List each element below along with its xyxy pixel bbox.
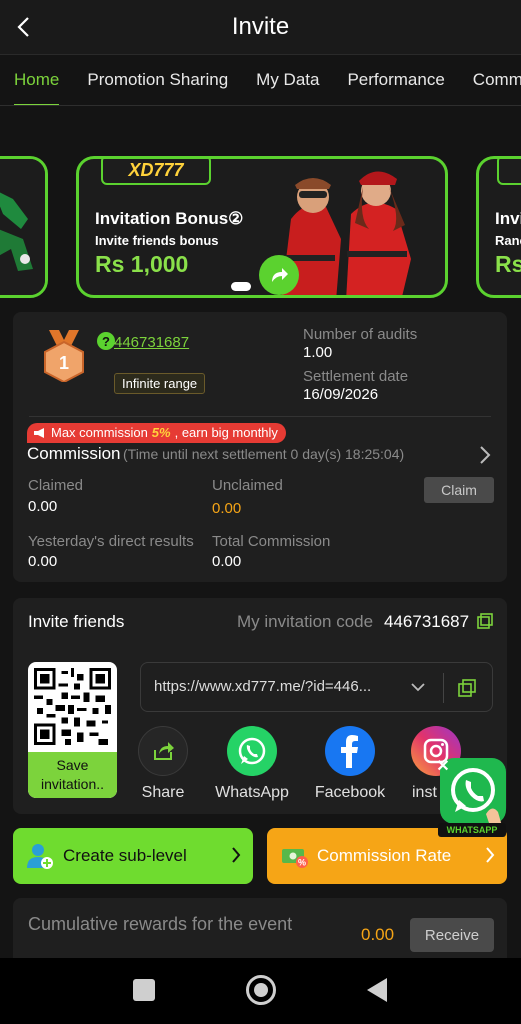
back-triangle-icon[interactable] [367,978,387,1002]
add-user-icon [27,844,53,869]
invitation-code-value: 446731687 [384,612,470,631]
yesterday-results-value: 0.00 [28,553,58,570]
audits-value: 1.00 [303,344,333,361]
invite-title: Invite friends [28,612,125,631]
banner-next-title: Invi [495,209,521,228]
curved-arrow-icon [272,268,288,282]
recent-apps-icon[interactable] [133,979,155,1001]
tab-performance[interactable]: Performance [333,55,458,105]
carousel-indicator [231,282,251,291]
chevron-left-icon[interactable] [14,14,34,40]
tab-bar: Home Promotion Sharing My Data Performan… [0,54,521,106]
tab-my-data[interactable]: My Data [242,55,333,105]
unclaimed-label: Unclaimed [212,477,283,494]
system-nav-bar [0,958,521,1024]
copy-link-icon[interactable] [458,679,476,697]
cumulative-rewards-card: Cumulative rewards for the event 0.00 Re… [13,898,507,958]
banner-invitation-bonus[interactable]: XD777 Invitation Bonus② Invite friends b… [76,156,448,298]
rank-medal-icon: 1 [44,330,84,382]
max-commission-badge: Max commission 5%, earn big monthly [27,423,286,443]
whatsapp-label: WhatsApp [215,784,289,801]
create-sub-level-label: Create sub-level [63,846,187,865]
save-invitation-button[interactable]: Save invitation.. [28,752,117,798]
qr-code-icon [34,668,111,745]
invite-link-field[interactable]: https://www.xd777.me/?id=446... [140,662,493,712]
facebook-share-button[interactable]: Facebook [310,726,390,802]
range-badge: Infinite range [114,373,206,394]
promo-text: Max commission [51,425,148,440]
commission-stats-card: 1 ? 446731687 Infinite range Number of a… [13,312,507,582]
total-commission-label: Total Commission [212,533,331,550]
qr-code-card[interactable]: Save invitation.. [28,662,117,798]
user-id-link[interactable]: 446731687 [114,334,189,351]
facebook-icon [325,726,375,776]
whatsapp-share-button[interactable]: WhatsApp [212,726,292,802]
cumulative-rewards-value: 0.00 [361,925,395,944]
home-icon[interactable] [246,975,276,1005]
unclaimed-value: 0.00 [212,500,242,517]
yesterday-results-label: Yesterday's direct results [28,533,194,550]
money-icon: % [282,849,308,868]
banner-next-amount: Rs [495,251,521,277]
copy-icon[interactable] [477,613,493,629]
svg-text:%: % [298,858,306,868]
tab-home[interactable]: Home [0,55,73,105]
share-icon [138,726,188,776]
settlement-value: 16/09/2026 [303,386,379,403]
tab-promotion-sharing[interactable]: Promotion Sharing [73,55,242,105]
cumulative-rewards-label: Cumulative rewards for the event [28,914,293,934]
player-art-icon [0,159,45,295]
megaphone-icon [34,428,44,438]
chevron-right-icon [232,847,241,863]
facebook-label: Facebook [314,784,386,801]
settlement-countdown: (Time until next settlement 0 day(s) 18:… [123,446,405,462]
banner-subtitle: Invite friends bonus [95,233,219,248]
close-icon[interactable]: ✕ [434,758,452,776]
promo-suffix: , earn big monthly [174,425,278,440]
share-button[interactable]: Share [123,726,203,802]
app-header: Invite [0,0,521,54]
receive-button[interactable]: Receive [410,918,494,952]
banner-amount: Rs 1,000 [95,251,189,277]
commission-title[interactable]: Commission [27,444,121,464]
audits-label: Number of audits [303,326,418,343]
promo-highlight: 5% [151,425,171,440]
claimed-label: Claimed [28,477,84,494]
brand-logo-partial [497,159,521,185]
banner-next-subtitle: Ranc [495,233,521,248]
create-sub-level-button[interactable]: Create sub-level [13,828,253,884]
banner-carousel[interactable]: XD777 Invitation Bonus② Invite friends b… [0,152,521,302]
banner-prev[interactable] [0,156,48,298]
whatsapp-icon [227,726,277,776]
total-commission-value: 0.00 [212,553,242,570]
brand-logo: XD777 [101,159,211,185]
page-title: Invite [231,13,290,40]
bonus-go-button[interactable] [259,255,299,295]
invite-friends-card: Invite friends My invitation code 446731… [13,598,507,814]
svg-text:1: 1 [59,353,69,373]
help-icon[interactable]: ? [97,332,115,350]
claim-button[interactable]: Claim [424,477,494,503]
commission-rate-label: Commission Rate [317,846,452,865]
chevron-right-icon [486,847,495,863]
banner-title: Invitation Bonus② [95,209,244,228]
chevron-right-icon[interactable] [479,445,491,465]
divider [29,416,491,417]
invitation-code-label: My invitation code [237,612,374,631]
share-label: Share [141,784,185,801]
claimed-value: 0.00 [28,498,58,515]
chevron-down-icon[interactable] [411,680,425,694]
link-divider [443,673,444,703]
banner-next[interactable]: Invi Ranc Rs [476,156,521,298]
floating-whatsapp-label: WHATSAPP [438,823,506,837]
settlement-label: Settlement date [303,368,409,385]
invite-link-text: https://www.xd777.me/?id=446... [154,678,372,695]
tab-commission[interactable]: Commission [459,55,521,105]
